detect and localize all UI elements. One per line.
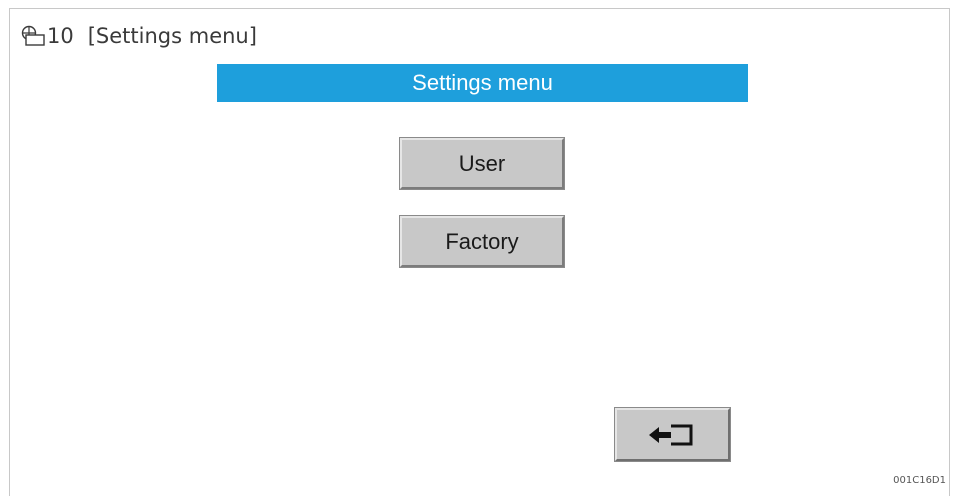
screen-header-title: Settings menu [412,70,553,95]
back-arrow-icon [648,424,692,445]
figure-caption: 10 [Settings menu] [20,22,257,50]
screen-figure-icon [21,25,45,46]
user-button[interactable]: User [399,137,565,190]
reference-code: 001C16D1 [893,475,946,486]
figure-number: 10 [47,24,74,48]
factory-button-label: Factory [445,228,519,254]
figure-title: [Settings menu] [87,24,257,48]
factory-button[interactable]: Factory [399,215,565,268]
back-button[interactable] [614,407,731,462]
user-button-label: User [458,150,506,176]
screen-header: Settings menu [217,64,748,102]
